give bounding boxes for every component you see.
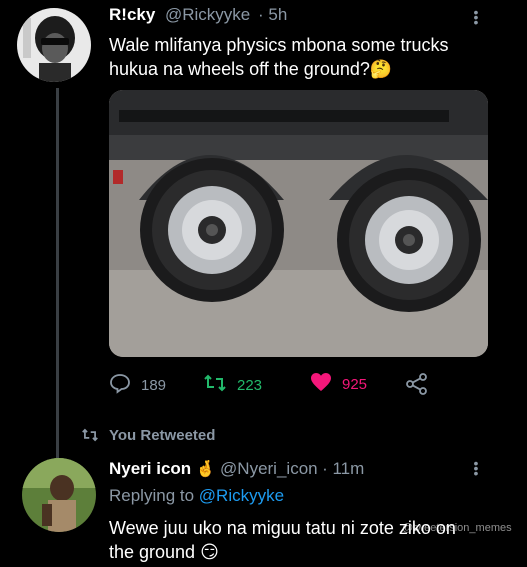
reply-header: Nyeri icon 🤞 @Nyeri_icon · 11m (109, 459, 364, 479)
like-button[interactable]: 925 (310, 372, 367, 396)
crossed-fingers-icon: 🤞 (195, 461, 216, 478)
tweet-text-line: hukua na wheels off the ground? (109, 59, 370, 79)
retweet-count: 223 (237, 376, 263, 394)
watermark: @tweetersion_memes (402, 522, 512, 534)
reply-button[interactable]: 189 (109, 372, 166, 398)
retweet-banner-label: You Retweeted (109, 427, 216, 444)
reply-handle[interactable]: @Nyeri_icon (220, 459, 318, 478)
reply-text-line: the ground (109, 542, 196, 562)
heart-icon (310, 372, 332, 396)
share-icon[interactable] (405, 373, 429, 400)
tweet-text-line: Wale mlifanya physics mbona some trucks (109, 35, 449, 55)
more-dots-icon[interactable]: • • • (471, 5, 481, 29)
user-handle[interactable]: @Rickyyke (165, 5, 250, 25)
thread-line (56, 88, 59, 468)
reply-avatar[interactable] (22, 458, 96, 532)
like-count: 925 (342, 375, 368, 393)
replying-to-label: Replying to (109, 486, 195, 505)
tweet-image[interactable] (109, 90, 488, 357)
reply-display-name[interactable]: Nyeri icon (109, 459, 191, 478)
retweet-banner-icon (80, 427, 100, 448)
reply-timestamp[interactable]: · 11m (322, 459, 364, 478)
replying-to: Replying to @Rickyyke (109, 486, 284, 506)
reply-count: 189 (141, 376, 167, 394)
display-name[interactable]: R!cky (109, 5, 155, 25)
thinking-face-icon: 🤔 (369, 59, 393, 79)
tweet-timestamp[interactable]: · 5h (258, 5, 287, 25)
retweet-icon (203, 372, 227, 398)
smirk-face-icon: 😏 (200, 542, 219, 562)
reply-more-dots-icon[interactable]: • • • (471, 456, 481, 480)
replying-to-handle-link[interactable]: @Rickyyke (199, 486, 284, 505)
tweet-text: Wale mlifanya physics mbona some trucks … (109, 33, 509, 81)
reply-icon (109, 372, 131, 398)
retweet-button[interactable]: 223 (203, 372, 262, 398)
avatar[interactable] (17, 8, 91, 82)
